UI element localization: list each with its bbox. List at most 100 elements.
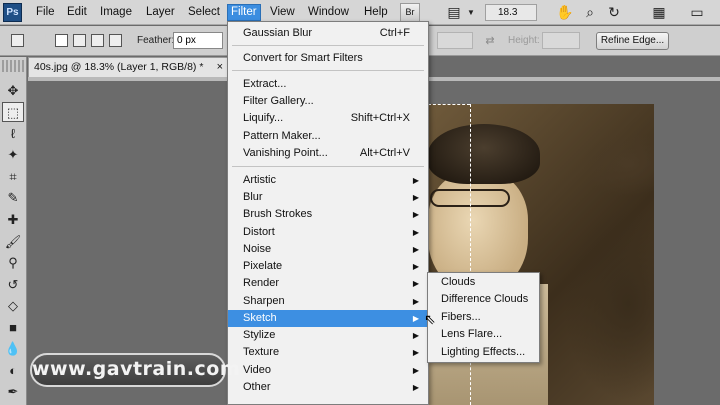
crop-tool-icon[interactable]: ⌗	[2, 167, 24, 187]
menu-item-pixelate[interactable]: Pixelate ▶	[228, 258, 428, 275]
bridge-button[interactable]: Br	[400, 3, 420, 22]
swap-dimensions-icon[interactable]: ⇄	[480, 32, 500, 51]
panel-grip[interactable]	[2, 60, 24, 72]
menu-select[interactable]: Select	[185, 4, 223, 21]
brush-tool-icon[interactable]: 🖌	[2, 232, 24, 252]
menu-item-shortcut: Shift+Ctrl+X	[350, 112, 410, 124]
intersect-selection-icon[interactable]	[109, 34, 122, 47]
blur-tool-icon[interactable]: 💧	[2, 339, 24, 359]
move-tool-icon[interactable]: ✥	[2, 81, 24, 101]
history-brush-icon[interactable]: ↺	[2, 275, 24, 295]
submenu-item-clouds[interactable]: Clouds	[428, 274, 539, 291]
menu-separator	[232, 166, 424, 167]
feather-field[interactable]	[173, 32, 223, 49]
menu-item-label: Convert for Smart Filters	[243, 52, 363, 64]
document-tab[interactable]: 40s.jpg @ 18.3% (Layer 1, RGB/8) * ×	[28, 57, 228, 77]
subtract-selection-icon[interactable]	[91, 34, 104, 47]
menu-item-video[interactable]: Video ▶	[228, 362, 428, 379]
eraser-icon[interactable]: ◇	[2, 296, 24, 316]
menu-item-label: Brush Strokes	[243, 208, 313, 220]
screen-mode-icon[interactable]: ▭	[687, 3, 707, 22]
watermark: www.gavtrain.com	[30, 353, 240, 387]
menu-item-noise[interactable]: Noise ▶	[228, 241, 428, 258]
dodge-tool-icon[interactable]: ◐	[2, 361, 24, 381]
clone-stamp-icon[interactable]: ⚲	[2, 253, 24, 273]
render-submenu: Clouds Difference Clouds Fibers... Lens …	[427, 272, 540, 363]
menu-separator	[232, 45, 424, 46]
menu-item-label: Video	[243, 364, 271, 376]
menu-help[interactable]: Help	[361, 4, 391, 21]
menu-item-sketch[interactable]: Sketch ▶	[228, 310, 428, 327]
chevron-down-icon[interactable]: ▼	[461, 3, 481, 22]
menu-item-label: Gaussian Blur	[243, 27, 313, 39]
submenu-arrow-icon: ▶	[412, 210, 419, 219]
submenu-arrow-icon: ▶	[412, 228, 419, 237]
menu-item-texture[interactable]: Texture ▶	[228, 344, 428, 361]
submenu-arrow-icon: ▶	[412, 193, 419, 202]
menu-item-label: Blur	[243, 191, 263, 203]
menu-item-label: Stylize	[243, 329, 276, 341]
menu-item-other[interactable]: Other ▶	[228, 379, 428, 396]
width-field[interactable]	[437, 32, 473, 49]
pen-tool-icon[interactable]: ✒	[2, 382, 24, 402]
menu-separator	[232, 70, 424, 71]
menu-item-label: Filter Gallery...	[243, 95, 314, 107]
menu-item-shortcut: Ctrl+F	[379, 27, 410, 39]
menu-item-liquify[interactable]: Liquify... Shift+Ctrl+X	[228, 110, 428, 127]
marquee-tool-icon[interactable]: ⬚	[2, 102, 24, 122]
arrange-documents-icon[interactable]: ▦	[649, 3, 669, 22]
lasso-tool-icon[interactable]: ℓ	[2, 124, 24, 144]
menu-item-brush-strokes[interactable]: Brush Strokes ▶	[228, 206, 428, 223]
menu-item-label: Pixelate	[243, 260, 283, 272]
menu-item-gaussian-blur[interactable]: Gaussian Blur Ctrl+F	[228, 25, 428, 42]
menu-item-label: Sketch	[243, 312, 277, 324]
menu-item-render[interactable]: Render ▶	[228, 275, 428, 292]
menu-file[interactable]: File	[33, 4, 58, 21]
refine-edge-button[interactable]: Refine Edge...	[596, 32, 669, 50]
menu-item-vanishing-point[interactable]: Vanishing Point... Alt+Ctrl+V	[228, 145, 428, 162]
menu-edit[interactable]: Edit	[64, 4, 90, 21]
submenu-item-lens-flare[interactable]: Lens Flare...	[428, 326, 539, 343]
submenu-arrow-icon: ▶	[412, 279, 419, 288]
menu-view[interactable]: View	[267, 4, 298, 21]
new-selection-icon[interactable]	[55, 34, 68, 47]
submenu-arrow-icon: ▶	[412, 297, 419, 306]
menu-window[interactable]: Window	[305, 4, 352, 21]
menu-filter[interactable]: Filter	[227, 4, 261, 21]
submenu-arrow-icon: ▶	[412, 348, 419, 357]
submenu-item-lighting-effects[interactable]: Lighting Effects...	[428, 344, 539, 361]
hand-icon[interactable]: ✋	[555, 3, 575, 22]
menu-item-label: Render	[243, 277, 280, 289]
menu-item-extract[interactable]: Extract...	[228, 76, 428, 93]
menu-item-distort[interactable]: Distort ▶	[228, 224, 428, 241]
submenu-arrow-icon: ▶	[412, 314, 419, 323]
height-field[interactable]	[542, 32, 580, 49]
healing-brush-icon[interactable]: ✚	[2, 210, 24, 230]
marquee-preset-icon[interactable]	[11, 34, 24, 47]
rotate-view-icon[interactable]: ↻	[604, 3, 624, 22]
menu-item-stylize[interactable]: Stylize ▶	[228, 327, 428, 344]
menu-item-blur[interactable]: Blur ▶	[228, 189, 428, 206]
photo-hat	[428, 124, 540, 184]
menu-image[interactable]: Image	[97, 4, 135, 21]
zoom-level-field[interactable]: 18.3	[485, 4, 537, 21]
submenu-item-difference-clouds[interactable]: Difference Clouds	[428, 291, 539, 308]
menu-item-sharpen[interactable]: Sharpen ▶	[228, 293, 428, 310]
add-selection-icon[interactable]	[73, 34, 86, 47]
close-icon[interactable]: ×	[217, 58, 223, 77]
menu-item-pattern-maker[interactable]: Pattern Maker...	[228, 128, 428, 145]
gradient-icon[interactable]: ■	[2, 318, 24, 338]
menu-layer[interactable]: Layer	[143, 4, 178, 21]
menu-item-artistic[interactable]: Artistic ▶	[228, 172, 428, 189]
submenu-item-fibers[interactable]: Fibers...	[428, 309, 539, 326]
submenu-arrow-icon: ▶	[412, 262, 419, 271]
menu-item-label: Pattern Maker...	[243, 130, 321, 142]
menu-item-convert-smart-filters[interactable]: Convert for Smart Filters	[228, 50, 428, 67]
feather-label: Feather:	[137, 35, 175, 46]
submenu-arrow-icon: ▶	[412, 176, 419, 185]
magic-wand-icon[interactable]: ✦	[2, 145, 24, 165]
menu-item-filter-gallery[interactable]: Filter Gallery...	[228, 93, 428, 110]
zoom-icon[interactable]: ⌕	[580, 3, 600, 22]
menu-item-label: Texture	[243, 346, 280, 358]
eyedropper-icon[interactable]: ✎	[2, 188, 24, 208]
